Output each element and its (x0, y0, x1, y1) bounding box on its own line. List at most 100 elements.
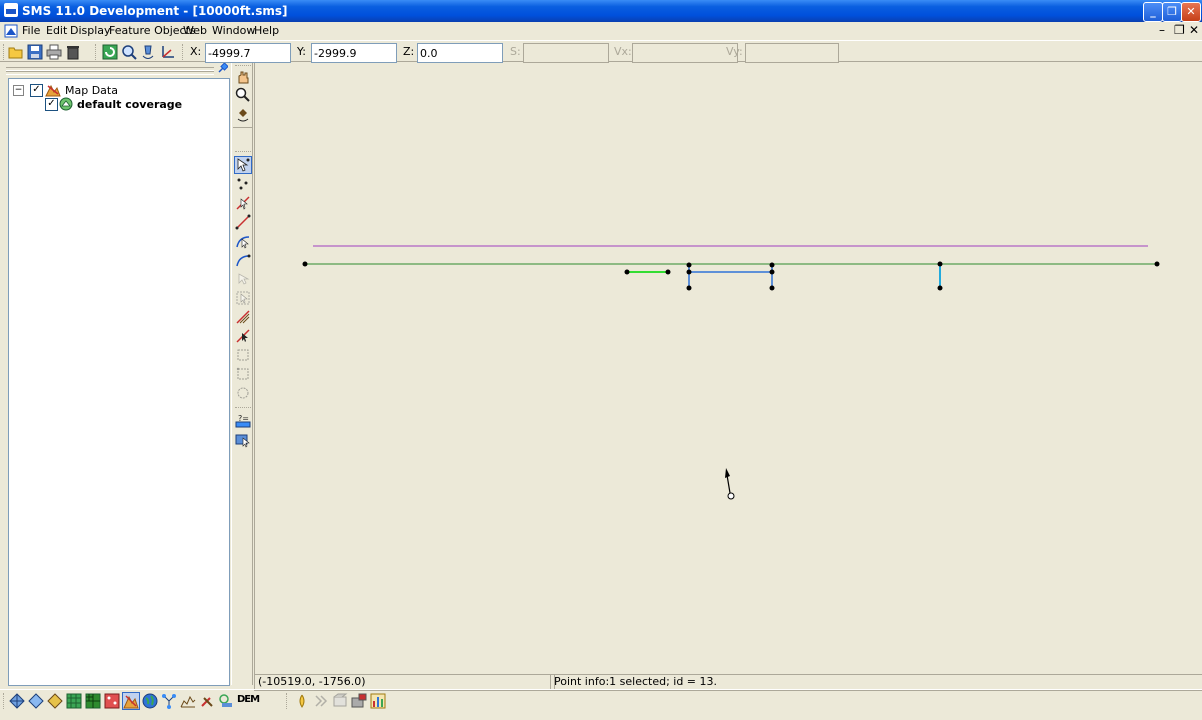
collapse-toggle[interactable]: − (13, 85, 24, 96)
vx-field (632, 43, 738, 63)
menu-help[interactable]: Help (254, 24, 279, 37)
profile-module-icon[interactable] (180, 693, 196, 709)
palette-divider (233, 127, 253, 148)
network-module-icon[interactable] (161, 693, 177, 709)
dem-module-button[interactable]: DEM (237, 694, 260, 705)
graphics-window[interactable] (254, 63, 1200, 674)
z-label: Z: (403, 45, 415, 58)
select-feature-point-icon[interactable] (234, 156, 252, 174)
menu-bar: File Edit Display Feature Objects Web Wi… (0, 22, 1202, 40)
open-folder-icon[interactable] (8, 44, 24, 60)
pan-icon[interactable] (235, 69, 251, 85)
mdi-restore-button[interactable]: ❐ (1174, 23, 1185, 37)
module-toolbar: DEM (0, 689, 1202, 711)
title-bar: SMS 11.0 Development - [10000ft.sms] _ ❐… (0, 0, 1202, 22)
rotate-icon[interactable] (140, 44, 156, 60)
delete-icon[interactable] (65, 44, 81, 60)
refresh-icon[interactable] (102, 44, 118, 60)
scatter-module-icon[interactable] (28, 693, 44, 709)
toolbar-grip[interactable] (286, 693, 290, 709)
quadtree-module-icon[interactable] (85, 693, 101, 709)
node[interactable] (769, 269, 775, 275)
select-arc-group-icon (238, 273, 250, 285)
select-vertex-icon[interactable] (235, 233, 251, 249)
s-field (523, 43, 609, 63)
select-display-icon[interactable] (235, 432, 251, 448)
y-label: Y: (297, 45, 306, 58)
feature-map[interactable] (255, 63, 1201, 674)
z-coordinate-field[interactable] (417, 43, 503, 63)
arc-select-tool-icon[interactable] (235, 328, 251, 344)
axes-icon[interactable] (159, 44, 175, 60)
tree-item-map-data[interactable]: − ✓ Map Data (13, 83, 223, 97)
palette-grip (235, 65, 251, 68)
menu-edit[interactable]: Edit (46, 24, 67, 37)
save-icon[interactable] (27, 44, 43, 60)
node[interactable] (686, 262, 692, 268)
minimize-button[interactable]: _ (1143, 2, 1163, 22)
redistribute-vertices-icon[interactable] (235, 309, 251, 325)
zoom-icon[interactable] (235, 87, 251, 103)
create-arc-icon[interactable] (235, 214, 251, 230)
y-coordinate-field[interactable] (311, 43, 397, 63)
cartesian-grid-module-icon[interactable] (47, 693, 63, 709)
node[interactable] (1154, 261, 1160, 267)
restore-button[interactable]: ❐ (1162, 2, 1182, 22)
animation-icon (333, 693, 348, 707)
default-coverage-checkbox[interactable]: ✓ (45, 98, 58, 111)
mesh-module-icon[interactable] (9, 693, 25, 709)
create-vertex-icon[interactable] (235, 252, 251, 268)
node[interactable] (686, 285, 692, 291)
map-module-icon[interactable] (122, 692, 140, 710)
menu-window[interactable]: Window (212, 24, 255, 37)
attributes-help-icon[interactable]: ?= (235, 413, 251, 429)
status-bar: (-10519.0, -1756.0) Point info:1 selecte… (254, 674, 1202, 691)
tree-item-default-coverage[interactable]: ✓ default coverage (45, 97, 223, 111)
node[interactable] (665, 269, 671, 275)
step-forward-icon (315, 695, 328, 707)
vx-label: Vx: (614, 45, 632, 58)
close-button[interactable]: ✕ (1181, 2, 1201, 22)
menu-display[interactable]: Display (70, 24, 111, 37)
project-explorer: − ✓ Map Data ✓ default coverage (4, 63, 230, 686)
map-data-label: Map Data (65, 84, 118, 97)
ruler-module-icon[interactable] (218, 693, 234, 709)
create-points-icon[interactable] (235, 176, 251, 192)
node[interactable] (769, 262, 775, 268)
select-arc-icon[interactable] (235, 195, 251, 211)
node[interactable] (937, 285, 943, 291)
map-data-checkbox[interactable]: ✓ (30, 84, 43, 97)
plot-wizard-icon[interactable] (370, 693, 386, 709)
select-region-icon (236, 367, 249, 380)
mouse-cursor-icon (725, 468, 735, 500)
toolbar-grip[interactable] (182, 44, 186, 60)
toolbar-grip[interactable] (3, 44, 7, 60)
mdi-close-button[interactable]: ✕ (1189, 23, 1199, 37)
print-icon[interactable] (46, 44, 62, 60)
node[interactable] (686, 269, 692, 275)
mdi-minimize-button[interactable]: – (1159, 23, 1165, 37)
toolbar-grip[interactable] (95, 44, 99, 60)
particle-module-icon[interactable] (104, 693, 120, 709)
frame-image-icon[interactable] (121, 44, 137, 60)
menu-web[interactable]: Web (183, 24, 207, 37)
node[interactable] (769, 285, 775, 291)
node[interactable] (624, 269, 630, 275)
node[interactable] (937, 261, 943, 267)
pin-icon[interactable] (217, 63, 228, 74)
coverage-icon (59, 97, 73, 111)
tools-module-icon[interactable] (199, 693, 215, 709)
grid-module-icon[interactable] (66, 693, 82, 709)
time-step-icon[interactable] (294, 693, 310, 709)
explorer-header (4, 63, 228, 77)
document-icon[interactable] (4, 24, 18, 38)
toolbar-grip[interactable] (3, 693, 7, 709)
film-loop-icon[interactable] (351, 693, 367, 709)
rotate-view-icon[interactable] (235, 107, 251, 123)
node[interactable] (302, 261, 308, 267)
x-coordinate-field[interactable] (205, 43, 291, 63)
nodes (302, 261, 1160, 291)
main-toolbar: X: Y: Z: S: Vx: Vy: (0, 40, 1202, 63)
menu-file[interactable]: File (22, 24, 40, 37)
gis-module-icon[interactable] (142, 693, 158, 709)
